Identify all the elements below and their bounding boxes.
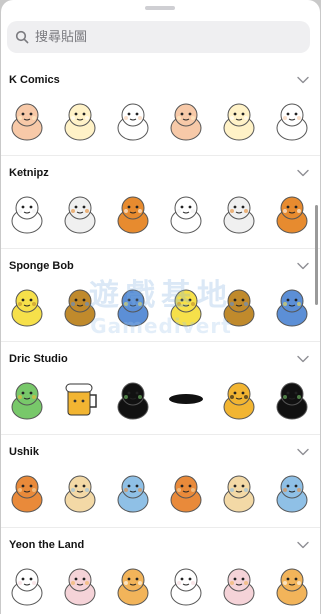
spongebob-sticker[interactable] <box>54 282 107 330</box>
search-input[interactable] <box>35 29 285 45</box>
section-title: K Comics <box>9 74 60 86</box>
sticker-row <box>1 96 320 144</box>
section-header[interactable]: K Comics <box>9 70 310 90</box>
section-divider <box>1 527 320 528</box>
sticker-row <box>1 282 320 330</box>
section-title: Yeon the Land <box>9 539 85 551</box>
frog-sticker[interactable] <box>213 375 266 423</box>
cat-sticker[interactable] <box>266 96 319 144</box>
sticker-panel: K Comics Ketnipz Sponge Bob Dric Studio Ushi… <box>1 0 320 614</box>
section-divider <box>1 434 320 435</box>
sticker-row <box>1 561 320 609</box>
bunny-sticker[interactable] <box>54 96 107 144</box>
section-title: Dric Studio <box>9 353 68 365</box>
sticker-row <box>1 468 320 516</box>
chevron-down-icon[interactable] <box>296 445 310 459</box>
bean-sticker[interactable] <box>1 189 54 237</box>
chevron-down-icon[interactable] <box>296 352 310 366</box>
cat-sticker[interactable] <box>107 96 160 144</box>
cat-sticker[interactable] <box>160 96 213 144</box>
monkey-sticker[interactable] <box>160 468 213 516</box>
spongebob-sticker[interactable] <box>107 282 160 330</box>
sticker-section: Ketnipz <box>1 155 320 256</box>
frog-sticker[interactable] <box>1 375 54 423</box>
bean-sticker[interactable] <box>54 189 107 237</box>
search-icon <box>15 30 29 44</box>
section-divider <box>1 155 320 156</box>
cat-sticker[interactable] <box>160 189 213 237</box>
spongebob-sticker[interactable] <box>266 282 319 330</box>
scrollbar[interactable] <box>315 205 318 305</box>
sheet-grabber[interactable] <box>145 6 175 10</box>
monkey-sticker[interactable] <box>107 468 160 516</box>
cat-sticker[interactable] <box>160 561 213 609</box>
section-divider <box>1 248 320 249</box>
section-header[interactable]: Yeon the Land <box>9 535 310 555</box>
section-divider <box>1 341 320 342</box>
spongebob-sticker[interactable] <box>1 282 54 330</box>
section-title: Ketnipz <box>9 167 49 179</box>
chevron-down-icon[interactable] <box>296 166 310 180</box>
cat-sticker[interactable] <box>213 561 266 609</box>
monkey-sticker[interactable] <box>213 468 266 516</box>
sticker-row <box>1 189 320 237</box>
sticker-section: Ushik <box>1 434 320 535</box>
monkey-sticker[interactable] <box>266 468 319 516</box>
bunny-sticker[interactable] <box>1 96 54 144</box>
cat-sticker[interactable] <box>213 96 266 144</box>
section-header[interactable]: Ketnipz <box>9 163 310 183</box>
section-header[interactable]: Ushik <box>9 442 310 462</box>
frog-sticker[interactable] <box>266 375 319 423</box>
spongebob-sticker[interactable] <box>213 282 266 330</box>
spongebob-sticker[interactable] <box>160 282 213 330</box>
sticker-row <box>1 375 320 423</box>
section-title: Ushik <box>9 446 39 458</box>
monkey-sticker[interactable] <box>54 468 107 516</box>
sticker-section: Dric Studio <box>1 341 320 442</box>
monkey-sticker[interactable] <box>1 468 54 516</box>
cat-sticker[interactable] <box>54 561 107 609</box>
bean-sticker[interactable] <box>266 189 319 237</box>
beer-sticker[interactable] <box>54 375 107 423</box>
cat-sticker[interactable] <box>1 561 54 609</box>
chevron-down-icon[interactable] <box>296 259 310 273</box>
frog-sticker[interactable] <box>107 375 160 423</box>
sticker-section: Yeon the Land <box>1 527 320 614</box>
sticker-section: Sponge Bob <box>1 248 320 349</box>
bean-sticker[interactable] <box>213 189 266 237</box>
section-header[interactable]: Dric Studio <box>9 349 310 369</box>
section-header[interactable]: Sponge Bob <box>9 256 310 276</box>
search-bar[interactable] <box>7 21 310 53</box>
cat-sticker[interactable] <box>107 561 160 609</box>
section-title: Sponge Bob <box>9 260 74 272</box>
frog-sticker[interactable] <box>160 375 213 423</box>
bean-sticker[interactable] <box>107 189 160 237</box>
chevron-down-icon[interactable] <box>296 73 310 87</box>
sticker-section: K Comics <box>1 70 320 163</box>
cat-sticker[interactable] <box>266 561 319 609</box>
chevron-down-icon[interactable] <box>296 538 310 552</box>
